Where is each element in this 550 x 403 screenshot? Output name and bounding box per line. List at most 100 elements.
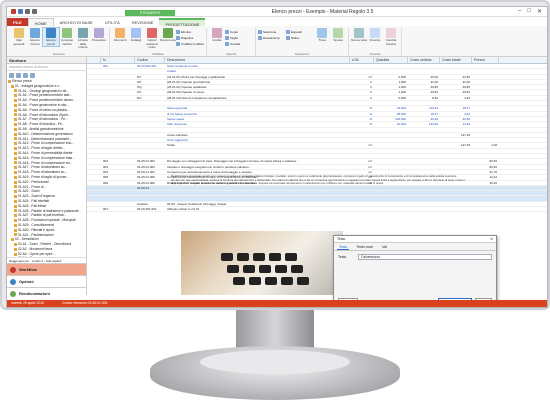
row-selector[interactable] [87,191,101,195]
seleziona-button[interactable]: Seleziona [258,29,286,34]
row-selector[interactable] [87,138,101,142]
tab-progettazione[interactable]: PROGETTAZIONE [159,18,206,27]
row-selector[interactable] [87,69,101,73]
tab-home[interactable]: HOME [27,18,54,26]
row-selector[interactable] [87,175,101,179]
sposta-button[interactable]: Sposta [330,28,346,43]
group-by-select[interactable]: Livello 4 - Sub-capitoli [32,259,61,263]
row-selector[interactable] [87,80,101,84]
row-selector[interactable] [87,196,101,200]
expand-all-icon[interactable] [9,73,14,78]
row-selector[interactable] [87,133,101,137]
row-selector[interactable] [87,159,101,163]
codifica-button[interactable]: Codifica modifica [176,41,204,46]
trova-button[interactable]: Trova [314,28,330,43]
elenco-prezzi-button[interactable]: Elenco prezzi [42,26,60,48]
dialog-text-input[interactable]: Calcestruzzo [358,254,492,260]
row-selector[interactable] [87,117,101,121]
app-logo-icon[interactable] [11,9,16,14]
riapplica-button[interactable]: Riapplica [176,35,204,40]
row-selector[interactable] [87,64,101,68]
col-header-um[interactable]: U.M. [350,57,374,63]
col-header-n[interactable]: N. [101,57,135,63]
col-header-prezzo[interactable]: Prezzo [472,57,499,63]
redo-icon[interactable] [32,9,37,14]
row-selector[interactable] [87,128,101,132]
copia-button[interactable]: Copia [225,29,253,34]
vespaio-module-shape [233,277,245,285]
cell-q [374,138,408,142]
row-selector[interactable] [87,85,101,89]
row-selector[interactable] [87,112,101,116]
nuova-voce-button[interactable]: Nuova voce [160,28,176,43]
calcoli-button[interactable]: Calcoli analisi di costo [144,28,160,50]
close-button[interactable]: ✕ [537,8,542,15]
row-selector[interactable] [87,106,101,110]
maximize-button[interactable]: □ [527,8,531,15]
col-header-quantita[interactable]: Quantità [374,57,408,63]
tree-folder-icon [14,180,17,184]
row-selector[interactable] [87,122,101,126]
col-header-costo-totale[interactable]: Costo totale [440,57,472,63]
row-selector[interactable] [87,90,101,94]
refresh-icon[interactable] [30,73,35,78]
row-selector[interactable] [87,186,101,190]
espandi-button[interactable]: Espandi [286,29,314,34]
structure-search-input[interactable]: Imposta ricerca di elenco [7,64,86,71]
finestre-button[interactable]: Finestre [367,28,383,43]
group-label-finestra: Finestra [369,52,381,56]
row-selector[interactable] [87,96,101,100]
libretto-button[interactable]: Libretto delle misure [75,28,91,50]
nuova-vista-button[interactable]: Nuova vista [351,28,367,43]
row-selector[interactable] [87,149,101,153]
tab-utilita[interactable]: UTILITÀ [99,18,126,26]
row-selector[interactable] [87,181,101,185]
row-selector[interactable] [87,202,101,206]
structure-tree[interactable]: Elenco prezzi 01 - Indagini geognostiche … [7,79,86,257]
collapse-all-icon[interactable] [16,73,21,78]
undo-icon[interactable] [25,9,30,14]
dialog-tab-vai[interactable]: Vai [380,245,389,250]
row-selector[interactable] [87,154,101,158]
col-header-codice[interactable]: Codice [135,57,165,63]
ribbon-group-appunti: Incolla Copia Taglia Annulla Appunti [207,28,256,56]
calculator-icon [62,28,72,38]
row-selector[interactable] [87,143,101,147]
annulla-button[interactable]: Annulla [225,41,253,46]
riduci-button[interactable]: Riduci [286,35,314,40]
dati-generali-button[interactable]: Dati generali [11,28,27,46]
cambia-finestra-button[interactable]: Cambia finestra [383,28,399,46]
row-selector[interactable] [87,101,101,105]
nav-workflow[interactable]: Workflow [7,263,86,275]
procedure-button[interactable]: Procedure [91,28,107,43]
nav-opzioni[interactable]: Opzioni [7,275,86,287]
col-header-sel[interactable] [87,57,101,63]
dettagli-button[interactable]: Dettagli [128,28,144,43]
tab-revisione[interactable]: REVISIONE [126,18,160,26]
taglia-button[interactable]: Taglia [225,35,253,40]
tab-archivi[interactable]: ARCHIVI DI BASE [54,18,99,26]
row-selector[interactable] [87,170,101,174]
dialog-tab-testo[interactable]: Testo [337,245,350,250]
deseleziona-button[interactable]: Deseleziona [258,35,286,40]
cell-p [472,80,499,84]
strumenti-button[interactable]: Strumenti [112,28,128,43]
filter-icon[interactable] [23,73,28,78]
cell-p [472,101,499,105]
tab-file[interactable]: FILE [7,18,28,26]
vespaio-module-shape [297,277,309,285]
col-header-descrizione[interactable]: Descrizione [165,57,350,63]
row-selector[interactable] [87,207,101,211]
elenco-ricerca-button[interactable]: Elenco ricerca [27,28,43,46]
row-selector[interactable] [87,165,101,169]
computo-button[interactable]: Computo metrico [59,28,75,46]
col-header-costo-unitario[interactable]: Costo unitario [408,57,440,63]
dialog-close-button[interactable]: ✕ [490,237,493,241]
minimize-button[interactable]: – [518,8,521,15]
row-selector[interactable] [87,75,101,79]
nav-riepilogo[interactable]: Rendicontazioni [7,287,86,299]
incolla-button[interactable]: Incolla [209,28,225,43]
save-icon[interactable] [18,9,23,14]
elimina-button[interactable]: Elimina [176,29,204,34]
dialog-tab-testo-voce[interactable]: Testo voce [354,245,375,250]
